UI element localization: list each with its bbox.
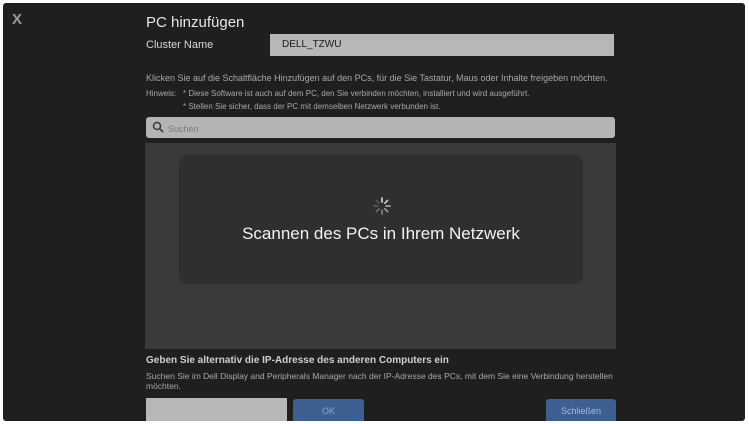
spinner-icon — [373, 197, 391, 215]
instruction-text: Klicken Sie auf die Schaltfläche Hinzufü… — [146, 73, 608, 83]
alternative-description: Suchen Sie im Dell Display and Periphera… — [146, 371, 613, 391]
ok-button[interactable]: OK — [293, 399, 364, 421]
close-button[interactable]: Schließen — [546, 399, 616, 421]
ip-address-input[interactable] — [146, 398, 287, 421]
search-icon — [152, 121, 164, 133]
scan-status-panel: Scannen des PCs in Ihrem Netzwerk — [179, 155, 583, 284]
search-box[interactable] — [146, 117, 615, 138]
hint-line: * Diese Software ist auch auf dem PC, de… — [183, 89, 530, 98]
hint-line: * Stellen Sie sicher, dass der PC mit de… — [183, 102, 441, 111]
dialog-title: PC hinzufügen — [146, 14, 245, 31]
search-input[interactable] — [166, 121, 600, 137]
close-icon[interactable]: X — [12, 11, 22, 28]
cluster-name-label: Cluster Name — [146, 39, 214, 51]
add-pc-dialog: X PC hinzufügen Cluster Name DELL_TZWU K… — [3, 3, 745, 421]
cluster-name-field[interactable]: DELL_TZWU — [270, 34, 614, 56]
alternative-title: Geben Sie alternativ die IP-Adresse des … — [146, 355, 449, 366]
scan-status-text: Scannen des PCs in Ihrem Netzwerk — [242, 224, 520, 243]
hint-label: Hinweis: — [146, 89, 177, 98]
